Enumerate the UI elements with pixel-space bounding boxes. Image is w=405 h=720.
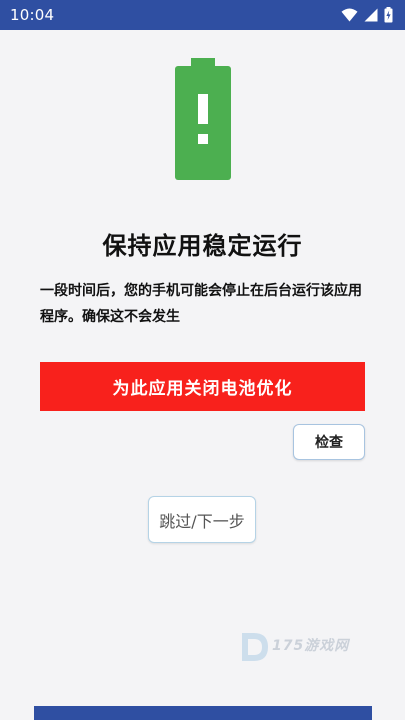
watermark-text: 175游戏网 xyxy=(272,638,350,654)
disable-battery-optimization-button[interactable]: 为此应用关闭电池优化 xyxy=(40,362,365,411)
watermark-logo: 175游戏网 xyxy=(238,627,368,669)
watermark-d-icon xyxy=(242,633,268,661)
battery-charging-icon xyxy=(384,7,393,23)
status-bar: 10:04 xyxy=(0,0,405,30)
description-text: 一段时间后，您的手机可能会停止在后台运行该应用程序。确保这不会发生 xyxy=(40,283,362,325)
check-button[interactable]: 检查 xyxy=(293,424,365,460)
page-title: 保持应用稳定运行 xyxy=(102,232,303,260)
skip-next-button[interactable]: 跳过/下一步 xyxy=(148,496,256,543)
battery-warning-icon xyxy=(175,58,231,180)
status-time: 10:04 xyxy=(10,6,55,24)
cellular-signal-icon xyxy=(364,8,378,22)
status-icons xyxy=(341,7,393,23)
wifi-icon xyxy=(341,8,358,22)
bottom-bar xyxy=(34,706,372,720)
